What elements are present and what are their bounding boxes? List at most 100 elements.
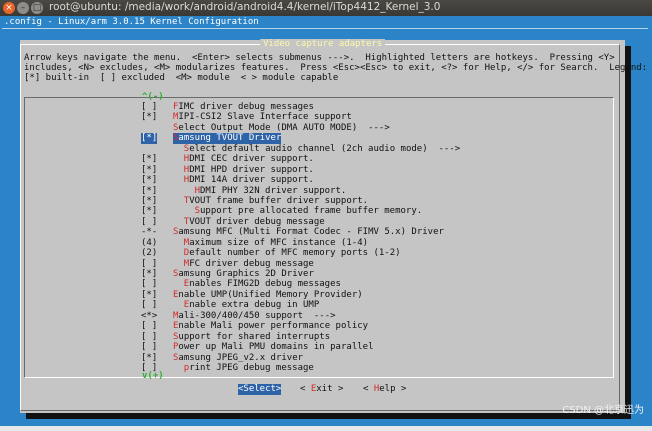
menu-item[interactable]: -*- Samsung MFC (Multi Format Codec - FIM… — [25, 227, 613, 237]
menu-item-marker[interactable]: [*] — [141, 206, 157, 216]
menu-item-marker[interactable]: [ ] — [141, 300, 157, 310]
menu-item[interactable]: [*] HDMI PHY 32N driver support. — [25, 186, 613, 196]
menu-item-label[interactable]: Support pre allocated frame buffer memor… — [195, 206, 423, 216]
menu-item-label[interactable]: Enable UMP(Unified Memory Provider) — [173, 290, 363, 300]
menu-item[interactable]: [ ] Support for shared interrupts — [25, 332, 613, 342]
menu-item-label[interactable]: Support for shared interrupts — [173, 332, 330, 342]
menu-item-label[interactable]: Enable Mali power performance policy — [173, 321, 368, 331]
window-title: root@ubuntu: /media/work/android/android… — [49, 1, 441, 13]
menu-item-label[interactable]: HDMI CEC driver support. — [184, 154, 314, 164]
menu-list[interactable]: [ ] FIMC driver debug messages [*] MIPI-CSI… — [25, 102, 613, 373]
menu-item-label[interactable]: FIMC driver debug messages — [173, 102, 314, 112]
menu-item-marker[interactable]: [*] — [141, 186, 157, 196]
menu-item-label[interactable]: MIPI-CSI2 Slave Interface support — [173, 112, 352, 122]
maximize-icon[interactable]: □ — [31, 2, 43, 14]
menu-item-label[interactable]: TVOUT driver debug message — [184, 217, 325, 227]
menu-item-marker[interactable]: (2) — [141, 248, 157, 258]
menu-item[interactable]: (4) Maximum size of MFC instance (1-4) — [25, 238, 613, 248]
menu-item-marker[interactable]: [*] — [141, 133, 158, 144]
help-button[interactable]: < Help > — [363, 384, 406, 395]
menu-item[interactable]: [*] MIPI-CSI2 Slave Interface support — [25, 112, 613, 122]
menu-item[interactable]: [*] Samsung JPEG_v2.x driver — [25, 353, 613, 363]
menu-item[interactable]: [ ] Enables FIMG2D debug messages — [25, 279, 613, 289]
menu-item-label[interactable]: Maximum size of MFC instance (1-4) — [184, 238, 368, 248]
menu-item-label[interactable]: Enable extra debug in UMP — [184, 300, 319, 310]
menu-item-label[interactable]: Samsung Graphics 2D Driver — [173, 269, 314, 279]
minimize-icon[interactable]: – — [17, 2, 29, 14]
menu-item[interactable]: [ ] FIMC driver debug messages — [25, 102, 613, 112]
config-header: .config - Linux/arm 3.0.15 Kernel Config… — [4, 17, 259, 27]
terminal-area[interactable]: .config - Linux/arm 3.0.15 Kernel Config… — [0, 16, 652, 426]
help-text-line: Arrow keys navigate the menu. <Enter> se… — [24, 53, 615, 63]
exit-button[interactable]: < Exit > — [300, 384, 343, 395]
menu-item-label[interactable]: Select Output Mode (DMA AUTO MODE) ---> — [173, 123, 390, 133]
menu-item[interactable]: [*] Enable UMP(Unified Memory Provider) — [25, 290, 613, 300]
menu-item[interactable]: [*] HDMI HPD driver support. — [25, 165, 613, 175]
help-text-line: includes, <N> excludes, <M> modularizes … — [24, 63, 648, 73]
menu-item[interactable]: [ ] MFC driver debug message — [25, 259, 613, 269]
menu-item-label[interactable]: HDMI PHY 32N driver support. — [195, 186, 347, 196]
scroll-down-indicator[interactable]: v(+) — [142, 371, 164, 381]
menu-item-label[interactable]: print JPEG debug message — [184, 363, 314, 373]
menu-item-marker[interactable]: [*] — [141, 269, 157, 279]
menu-item-text: elect Output Mode (DMA AUTO MODE) ---> — [178, 122, 390, 133]
menu-item-marker[interactable]: [*] — [141, 290, 157, 300]
menu-item-text: upport pre allocated frame buffer memory… — [200, 206, 423, 217]
menu-item[interactable]: Select default audio channel (2ch audio … — [25, 144, 613, 154]
menu-item[interactable]: [ ] Power up Mali PMU domains in parallel — [25, 342, 613, 352]
menu-item-label[interactable]: Samsung MFC (Multi Format Codec - FIMV 5… — [173, 227, 444, 237]
menu-item-marker[interactable]: [ ] — [141, 217, 157, 227]
menu-item-marker[interactable]: [ ] — [141, 259, 157, 269]
menu-item-text: ali-300/400/450 support ---> — [178, 310, 336, 321]
menu-item-label[interactable]: Samsung TVOUT Driver — [173, 133, 282, 144]
menu-item-marker[interactable]: (4) — [141, 238, 157, 248]
menu-item-marker[interactable]: [*] — [141, 112, 157, 122]
menu-item[interactable]: [ ] print JPEG debug message — [25, 363, 613, 373]
menu-item-text: IPI-CSI2 Slave Interface support — [178, 112, 352, 123]
menu-item-marker[interactable]: <*> — [141, 311, 157, 321]
menu-item-marker[interactable]: [*] — [141, 196, 157, 206]
menu-item-label[interactable]: HDMI 14A driver support. — [184, 175, 314, 185]
scroll-up-indicator[interactable]: ^(-) — [142, 92, 164, 102]
menu-item[interactable]: [*] Samsung Graphics 2D Driver — [25, 269, 613, 279]
menu-item-marker[interactable]: [*] — [141, 175, 157, 185]
menu-item[interactable]: [*] TVOUT frame buffer driver support. — [25, 196, 613, 206]
menu-item-marker[interactable]: -*- — [141, 227, 157, 237]
close-icon[interactable]: × — [3, 2, 15, 14]
menu-item-label[interactable]: Default number of MFC memory ports (1-2) — [184, 248, 401, 258]
menu-item[interactable]: [ ] Enable extra debug in UMP — [25, 300, 613, 310]
menu-item[interactable]: [*] HDMI 14A driver support. — [25, 175, 613, 185]
button-bar: <Select> < Exit > < Help > — [20, 384, 625, 396]
menu-item-marker[interactable]: [ ] — [141, 342, 157, 352]
window-titlebar[interactable]: × – □ root@ubuntu: /media/work/android/a… — [0, 0, 652, 16]
menu-item-label[interactable]: Select default audio channel (2ch audio … — [184, 144, 460, 154]
menu-item-marker[interactable]: [ ] — [141, 102, 157, 112]
menu-item-label[interactable]: TVOUT frame buffer driver support. — [184, 196, 368, 206]
menu-item-marker[interactable]: [ ] — [141, 279, 157, 289]
menu-item-marker[interactable]: [*] — [141, 353, 157, 363]
menu-item-marker[interactable]: [ ] — [141, 332, 157, 342]
menu-item-label[interactable]: Power up Mali PMU domains in parallel — [173, 342, 374, 352]
menu-item-text: DMI 14A driver support. — [189, 175, 314, 186]
menu-item-label[interactable]: MFC driver debug message — [184, 259, 314, 269]
menu-item-text: FC driver debug message — [189, 258, 314, 269]
menu-item[interactable]: [ ] Enable Mali power performance policy — [25, 321, 613, 331]
bottom-strip — [0, 426, 652, 431]
menu-item-marker[interactable]: [*] — [141, 154, 157, 164]
menu-item[interactable]: [ ] TVOUT driver debug message — [25, 217, 613, 227]
menu-item-marker[interactable]: [ ] — [141, 321, 157, 331]
menu-item[interactable]: [*] Samsung TVOUT Driver — [25, 133, 613, 144]
menu-item-label[interactable]: HDMI HPD driver support. — [184, 165, 314, 175]
dialog-title: Video capture adapters — [260, 39, 386, 50]
menu-item[interactable]: (2) Default number of MFC memory ports (1… — [25, 248, 613, 258]
menu-item-label[interactable]: Samsung JPEG_v2.x driver — [173, 353, 303, 363]
menu-item-label[interactable]: Enables FIMG2D debug messages — [184, 279, 341, 289]
menu-item-label[interactable]: Mali-300/400/450 support ---> — [173, 311, 336, 321]
menu-item-marker[interactable]: [*] — [141, 165, 157, 175]
menu-item[interactable]: <*> Mali-300/400/450 support ---> — [25, 311, 613, 321]
select-button[interactable]: <Select> — [238, 384, 282, 395]
menu-box[interactable]: ^(-) [ ] FIMC driver debug messages [*] MIP… — [24, 92, 614, 381]
menu-item[interactable]: Select Output Mode (DMA AUTO MODE) ---> — [25, 123, 613, 133]
menu-item[interactable]: [*] Support pre allocated frame buffer me… — [25, 206, 613, 216]
menu-item[interactable]: [*] HDMI CEC driver support. — [25, 154, 613, 164]
